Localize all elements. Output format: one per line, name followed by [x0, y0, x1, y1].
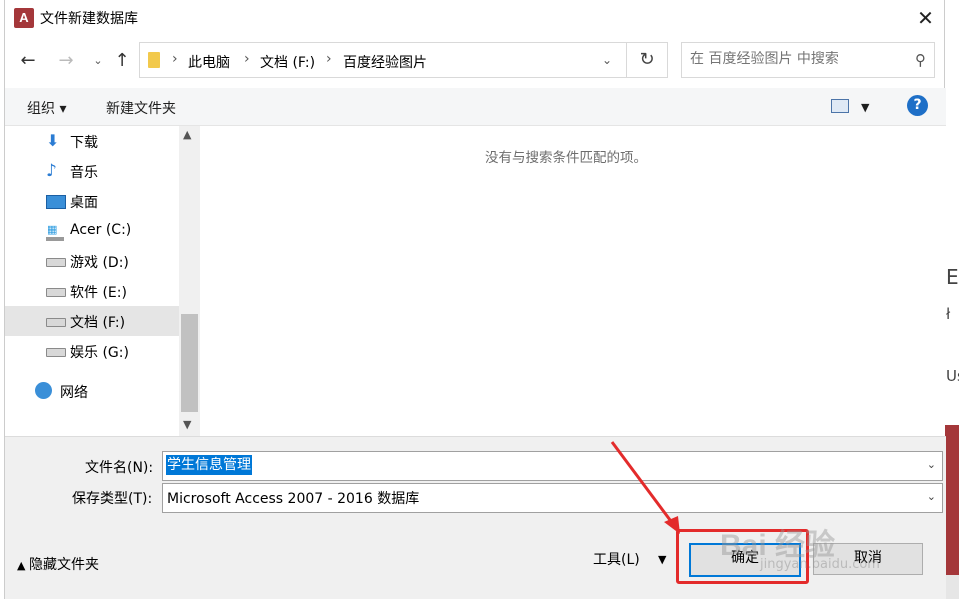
nav-item-label: 娱乐 (G:): [70, 345, 129, 361]
nav-item-drive-g[interactable]: 娱乐 (G:): [5, 336, 179, 366]
nav-item-label: 软件 (E:): [70, 285, 127, 301]
breadcrumb-folder[interactable]: 百度经验图片: [343, 52, 427, 72]
empty-results-message: 没有与搜索条件匹配的项。: [485, 150, 647, 166]
nav-item-label: 桌面: [70, 195, 98, 211]
filetype-select[interactable]: Microsoft Access 2007 - 2016 数据库 ⌄: [162, 483, 943, 513]
refresh-button[interactable]: ↻: [627, 42, 668, 78]
navigation-pane: ⬇ 下载 ♪ 音乐 桌面 ▦ Acer (C:) 游戏 (D:) 软件 (E:)…: [5, 126, 201, 436]
scroll-thumb[interactable]: [181, 314, 198, 412]
drive-icon: [46, 348, 66, 357]
filename-label: 文件名(N):: [85, 460, 154, 476]
drive-icon: [46, 318, 66, 327]
command-toolbar: 组织 ▾ 新建文件夹 ▼ ?: [5, 88, 946, 126]
background-text-fragment: Us: [946, 367, 959, 385]
desktop-icon: [46, 195, 66, 209]
nav-item-label: Acer (C:): [70, 222, 132, 238]
address-bar[interactable]: › 此电脑 › 文档 (F:) › 百度经验图片 ⌄: [139, 42, 627, 78]
baidu-watermark-url: jingyan.baidu.com: [760, 557, 880, 572]
breadcrumb-this-pc[interactable]: 此电脑: [188, 52, 230, 72]
background-text-fragment: E: [946, 265, 959, 289]
new-folder-button[interactable]: 新建文件夹: [106, 98, 176, 118]
music-icon: ♪: [46, 161, 57, 181]
annotation-arrow: [610, 441, 680, 534]
nav-item-desktop[interactable]: 桌面: [5, 186, 179, 216]
breadcrumb-separator-icon: ›: [326, 51, 332, 67]
folder-icon: [148, 52, 160, 68]
tools-menu-button[interactable]: 工具(L): [593, 549, 640, 569]
refresh-icon: ↻: [639, 49, 655, 70]
drive-icon: [46, 258, 66, 267]
search-icon[interactable]: ⚲: [915, 51, 926, 69]
tools-dropdown-arrow-icon[interactable]: ▼: [658, 553, 666, 566]
nav-item-drive-c[interactable]: ▦ Acer (C:): [5, 216, 179, 246]
nav-item-drive-d[interactable]: 游戏 (D:): [5, 246, 179, 276]
background-text-fragment: ł: [946, 305, 951, 323]
file-list-area[interactable]: 没有与搜索条件匹配的项。: [203, 126, 945, 436]
breadcrumb-separator-icon: ›: [244, 51, 250, 67]
nav-item-music[interactable]: ♪ 音乐: [5, 156, 179, 186]
view-options-chevron-icon[interactable]: ▼: [861, 101, 869, 114]
organize-menu-button[interactable]: 组织 ▾: [27, 98, 66, 118]
nav-item-network[interactable]: 网络: [5, 376, 179, 406]
forward-arrow-icon[interactable]: →: [53, 48, 79, 74]
windows-drive-icon: ▦: [46, 223, 64, 241]
filename-field[interactable]: 学生信息管理 ⌄: [162, 451, 943, 481]
nav-item-label: 游戏 (D:): [70, 255, 129, 271]
background-app-banner: [945, 425, 959, 599]
background-app-footer: [945, 575, 959, 599]
help-icon[interactable]: ?: [907, 95, 928, 116]
search-box[interactable]: ⚲: [681, 42, 935, 78]
search-input[interactable]: [690, 51, 900, 67]
nav-scrollbar[interactable]: ▲ ▼: [179, 126, 200, 436]
nav-item-drive-f[interactable]: 文档 (F:): [5, 306, 179, 336]
drive-icon: [46, 288, 66, 297]
save-dialog: A 文件新建数据库 ✕ ← → ⌄ ↑ › 此电脑 › 文档 (F:) › 百度…: [4, 0, 946, 599]
nav-item-label: 网络: [60, 385, 88, 401]
address-dropdown-chevron-icon[interactable]: ⌄: [602, 53, 612, 67]
up-arrow-icon[interactable]: ↑: [109, 48, 135, 74]
network-icon: [35, 382, 52, 399]
back-arrow-icon[interactable]: ←: [15, 48, 41, 74]
nav-item-downloads[interactable]: ⬇ 下载: [5, 126, 179, 156]
scroll-up-arrow-icon[interactable]: ▲: [183, 128, 191, 141]
filename-dropdown-chevron-icon[interactable]: ⌄: [927, 458, 936, 471]
change-view-icon[interactable]: [831, 99, 849, 113]
breadcrumb-separator-icon: ›: [172, 51, 178, 67]
close-button[interactable]: ✕: [905, 0, 946, 36]
hide-folders-label: 隐藏文件夹: [28, 557, 99, 573]
access-app-icon: A: [14, 8, 34, 28]
scroll-down-arrow-icon[interactable]: ▼: [183, 418, 191, 431]
nav-item-drive-e[interactable]: 软件 (E:): [5, 276, 179, 306]
nav-item-label: 音乐: [70, 165, 98, 181]
filetype-label: 保存类型(T):: [72, 491, 153, 507]
hide-folders-toggle[interactable]: ▲ 隐藏文件夹: [17, 554, 99, 574]
nav-item-label: 下载: [70, 135, 98, 151]
filetype-value: Microsoft Access 2007 - 2016 数据库: [167, 491, 420, 507]
title-bar: A 文件新建数据库 ✕: [5, 0, 946, 36]
filetype-dropdown-chevron-icon[interactable]: ⌄: [927, 490, 936, 503]
recent-locations-chevron-icon[interactable]: ⌄: [85, 48, 111, 74]
download-icon: ⬇: [46, 131, 60, 150]
nav-item-label: 文档 (F:): [70, 315, 126, 331]
window-title: 文件新建数据库: [40, 11, 138, 27]
filename-value[interactable]: 学生信息管理: [166, 455, 252, 475]
chevron-up-icon: ▲: [17, 559, 29, 572]
breadcrumb-drive-f[interactable]: 文档 (F:): [260, 52, 315, 72]
